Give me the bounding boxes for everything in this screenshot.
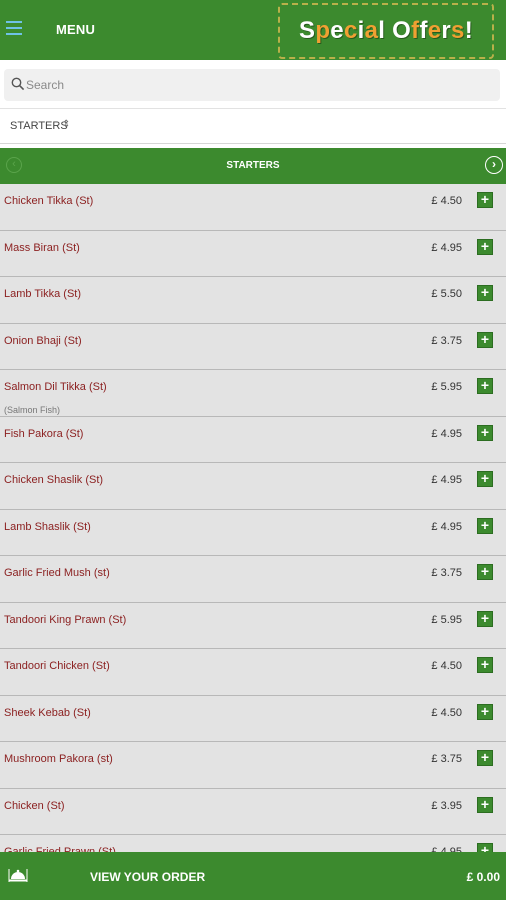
offers-title-char: e xyxy=(330,17,344,44)
menu-item-row[interactable]: Chicken Tikka (St) £ 4.50 + xyxy=(0,184,506,231)
category-nav-bar: ‹ STARTERS › xyxy=(0,148,506,184)
menu-item-row[interactable]: Mushroom Pakora (st) £ 3.75 + xyxy=(0,742,506,789)
offers-title-char: S xyxy=(299,17,316,44)
menu-item-price: £ 5.95 xyxy=(431,381,462,393)
menu-item-row[interactable]: Tandoori King Prawn (St) £ 5.95 + xyxy=(0,602,506,649)
offers-title-char: i xyxy=(357,17,365,44)
offers-title-char: f xyxy=(419,17,428,44)
add-item-plus-icon[interactable]: + xyxy=(477,564,493,580)
add-item-plus-icon[interactable]: + xyxy=(477,750,493,766)
menu-item-name: Mass Biran (St) xyxy=(4,241,80,254)
menu-item-name: Lamb Shaslik (St) xyxy=(4,520,91,533)
add-item-plus-icon[interactable]: + xyxy=(477,378,493,394)
offers-title-char xyxy=(385,17,392,45)
menu-item-row[interactable]: Garlic Fried Mush (st) £ 3.75 + xyxy=(0,556,506,603)
menu-item-price: £ 3.75 xyxy=(431,334,462,347)
menu-item-name: Mushroom Pakora (st) xyxy=(4,753,113,765)
special-offers-button[interactable]: Special Of f e r s! xyxy=(278,3,494,59)
offers-title-char: l xyxy=(378,17,386,44)
menu-item-price: £ 5.95 xyxy=(431,613,462,626)
top-bar: MENU Special Of f e r s! xyxy=(0,0,506,60)
add-item-plus-icon[interactable]: + xyxy=(477,703,493,720)
offers-title-char: a xyxy=(364,17,379,44)
add-item-plus-icon[interactable]: + xyxy=(477,796,493,813)
view-order-button[interactable]: VIEW YOUR ORDER xyxy=(90,870,205,884)
category-dropdown[interactable]: STARTERS ⇕ xyxy=(0,108,506,144)
menu-item-row[interactable]: Lamb Shaslik (St) £ 4.95 + xyxy=(0,509,506,556)
menu-item-name: Chicken (St) xyxy=(4,799,65,812)
menu-item-name: Fish Pakora (St) xyxy=(4,427,84,440)
menu-item-price: £ 4.50 xyxy=(431,706,462,719)
menu-item-price: £ 3.75 xyxy=(431,567,462,579)
menu-item-name: Tandoori King Prawn (St) xyxy=(4,613,127,626)
menu-item-row[interactable]: Sheek Kebab (St) £ 4.50 + xyxy=(0,695,506,742)
offers-title-char: ! xyxy=(464,17,473,44)
menu-item-row[interactable]: Lamb Tikka (St) £ 5.50 + xyxy=(0,277,506,324)
menu-item-price: £ 3.95 xyxy=(431,799,462,812)
menu-item-name: Salmon Dil Tikka (St) xyxy=(4,381,107,393)
menu-item-row[interactable]: Mass Biran (St) £ 4.95 + xyxy=(0,230,506,277)
add-item-plus-icon[interactable]: + xyxy=(477,610,493,627)
menu-item-price: £ 3.75 xyxy=(431,753,462,765)
menu-item-row[interactable]: Chicken Shaslik (St) £ 4.95 + xyxy=(0,463,506,510)
menu-label[interactable]: MENU xyxy=(56,22,95,37)
menu-item-price: £ 5.50 xyxy=(431,288,462,300)
menu-item-price: £ 4.95 xyxy=(431,427,462,440)
menu-item-row[interactable]: Garlic Fried Prawn (St) £ 4.95 + xyxy=(0,835,506,852)
menu-item-name: Garlic Fried Mush (st) xyxy=(4,567,110,579)
menu-item-name: Chicken Shaslik (St) xyxy=(4,474,104,486)
category-dropdown-value: STARTERS xyxy=(10,120,68,132)
menu-item-row[interactable]: Chicken (St) £ 3.95 + xyxy=(0,788,506,835)
next-category-icon[interactable]: › xyxy=(485,156,503,174)
offers-title-char: s xyxy=(451,17,465,44)
add-item-plus-icon[interactable]: + xyxy=(477,471,493,487)
menu-item-name: Chicken Tikka (St) xyxy=(4,195,94,207)
menu-item-price: £ 4.95 xyxy=(431,241,462,254)
add-item-plus-icon[interactable]: + xyxy=(477,331,493,348)
menu-item-row[interactable]: Tandoori Chicken (St) £ 4.50 + xyxy=(0,649,506,696)
offers-title-char: p xyxy=(315,17,331,44)
menu-item-row[interactable]: Fish Pakora (St) £ 4.95 + xyxy=(0,416,506,463)
menu-item-price: £ 4.50 xyxy=(431,660,462,672)
search-section xyxy=(0,60,506,108)
category-title: STARTERS xyxy=(226,160,280,171)
offers-title-char: r xyxy=(441,17,452,44)
menu-item-list[interactable]: Chicken Tikka (St) £ 4.50 + Mass Biran (St)… xyxy=(0,184,506,852)
offers-title-char: f xyxy=(411,17,420,44)
add-item-plus-icon[interactable]: + xyxy=(477,285,493,301)
add-item-plus-icon[interactable]: + xyxy=(477,843,493,852)
search-icon xyxy=(11,77,25,91)
search-input[interactable] xyxy=(26,69,486,101)
menu-item-price: £ 4.50 xyxy=(431,195,462,207)
updown-arrow-icon: ⇕ xyxy=(62,119,71,130)
search-box[interactable] xyxy=(4,69,500,101)
add-item-plus-icon[interactable]: + xyxy=(477,657,493,673)
offers-title-char: c xyxy=(343,17,358,44)
offers-title-char: e xyxy=(427,17,442,44)
offers-title-char: O xyxy=(392,17,412,44)
menu-item-price: £ 4.95 xyxy=(431,474,462,486)
order-total: £ 0.00 xyxy=(466,870,500,884)
menu-item-row[interactable]: Onion Bhaji (St) £ 3.75 + xyxy=(0,323,506,370)
menu-item-name: Lamb Tikka (St) xyxy=(4,288,82,300)
bottom-order-bar[interactable]: VIEW YOUR ORDER £ 0.00 xyxy=(0,852,506,900)
add-item-plus-icon[interactable]: + xyxy=(477,192,493,208)
dish-cloche-icon xyxy=(8,869,28,882)
menu-item-name: Onion Bhaji (St) xyxy=(4,334,82,347)
menu-item-description: (Salmon Fish) xyxy=(4,405,61,415)
menu-item-price: £ 4.95 xyxy=(431,520,462,533)
menu-item-name: Tandoori Chicken (St) xyxy=(4,660,110,672)
add-item-plus-icon[interactable]: + xyxy=(477,424,493,441)
add-item-plus-icon[interactable]: + xyxy=(477,517,493,534)
menu-item-name: Sheek Kebab (St) xyxy=(4,706,91,719)
add-item-plus-icon[interactable]: + xyxy=(477,238,493,255)
menu-item-row[interactable]: Salmon Dil Tikka (St) (Salmon Fish) £ 5.95… xyxy=(0,370,506,417)
hamburger-menu-icon[interactable] xyxy=(6,21,24,37)
